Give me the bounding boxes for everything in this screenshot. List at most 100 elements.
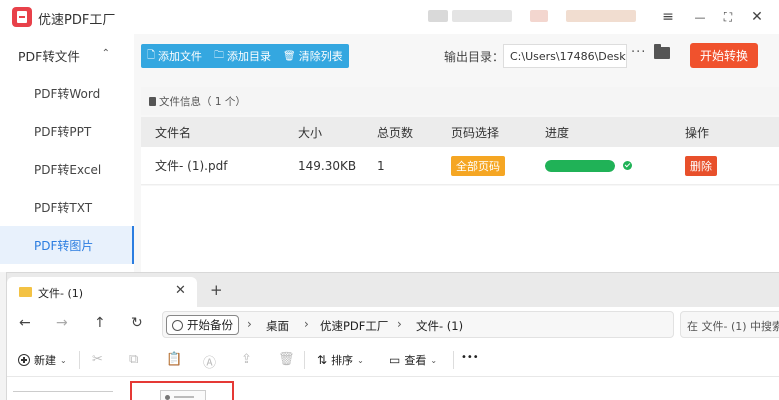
output-dir-label: 输出目录： <box>444 50 505 64</box>
search-input[interactable]: 在 文件- (1) 中搜索 <box>680 311 779 338</box>
sidebar-item-pdf-to-word[interactable]: PDF转Word <box>0 74 134 112</box>
new-button[interactable]: 新建 ⌄ <box>18 352 67 368</box>
folder-icon <box>19 287 32 297</box>
command-bar: 新建 ⌄ ✂ ⧉ 📋 Ⓐ ⇪ 🗑 ⇅ 排序 ⌄ ▭ 查看 ⌄ ••• <box>7 343 779 377</box>
breadcrumb-app-folder[interactable]: 优速PDF工厂 <box>320 318 388 334</box>
chevron-down-icon: ⌄ <box>430 355 438 365</box>
back-arrow-icon[interactable]: ← <box>19 315 31 331</box>
paste-icon[interactable]: 📋 <box>166 352 182 367</box>
navigation-pane-divider <box>13 391 113 392</box>
breadcrumb-current-folder[interactable]: 文件- (1) <box>416 318 463 334</box>
main-panel: 🗋 添加文件 🗀 添加目录 🗑 清除列表 输出目录： C:\Users\1748… <box>141 34 779 272</box>
progress-bar <box>545 159 615 172</box>
header-progress: 进度 <box>545 125 570 140</box>
document-icon <box>149 96 156 106</box>
file-explorer-window: 文件- (1) ✕ + ← → ↑ ↻ 开始备份 › 桌面 › 优速PDF工厂 … <box>6 272 779 400</box>
empty-list-area <box>141 186 779 272</box>
header-page-select: 页码选择 <box>451 125 500 140</box>
sidebar-item-label: PDF转TXT <box>34 200 93 215</box>
sidebar-item-pdf-to-excel[interactable]: PDF转Excel <box>0 150 134 188</box>
file-icon: 🗋 <box>147 49 156 61</box>
forward-arrow-icon[interactable]: → <box>56 315 68 331</box>
title-bar: 优速PDF工厂 ≡ — ⛶ ✕ <box>0 0 779 34</box>
header-filename: 文件名 <box>155 125 192 140</box>
start-backup-button[interactable]: 开始备份 <box>166 315 239 335</box>
sidebar-item-pdf-to-image[interactable]: PDF转图片 <box>0 226 134 264</box>
more-options-button[interactable]: ••• <box>461 352 479 363</box>
divider <box>79 351 80 369</box>
sort-button[interactable]: ⇅ 排序 ⌄ <box>317 352 364 368</box>
cell-filename: 文件- (1).pdf <box>155 159 228 173</box>
refresh-icon[interactable]: ↻ <box>131 315 143 331</box>
breadcrumb-separator: › <box>304 317 309 331</box>
more-options-button[interactable]: ··· <box>631 45 646 60</box>
sidebar-item-label: PDF转Excel <box>34 162 102 177</box>
start-convert-button[interactable]: 开始转换 <box>690 43 758 68</box>
address-bar[interactable]: 开始备份 › 桌面 › 优速PDF工厂 › 文件- (1) <box>162 311 674 338</box>
sidebar-item-label: PDF转图片 <box>34 238 94 253</box>
divider <box>453 351 454 369</box>
backup-icon <box>172 319 183 331</box>
explorer-tab[interactable]: 文件- (1) ✕ <box>7 277 197 307</box>
delete-button[interactable]: 删除 <box>685 155 717 176</box>
header-pages: 总页数 <box>377 125 414 140</box>
app-title: 优速PDF工厂 <box>38 13 116 28</box>
file-info-bar: 文件信息（ 1 个） <box>141 87 779 115</box>
add-file-button[interactable]: 🗋 添加文件 <box>141 44 208 68</box>
blurred-region <box>452 10 512 22</box>
file-table: 文件名 大小 总页数 页码选择 进度 操作 文件- (1).pdf 149.30… <box>141 117 779 185</box>
tab-label: 文件- (1) <box>38 287 84 300</box>
menu-icon[interactable]: ≡ <box>658 7 678 27</box>
clear-list-label: 清除列表 <box>298 50 343 63</box>
breadcrumb-desktop[interactable]: 桌面 <box>266 318 289 334</box>
sidebar-item-pdf-to-ppt[interactable]: PDF转PPT <box>0 112 134 150</box>
new-tab-button[interactable]: + <box>210 281 223 299</box>
sidebar-item-pdf-to-txt[interactable]: PDF转TXT <box>0 188 134 226</box>
sidebar-group-pdf-to-file[interactable]: PDF转文件 ⌃ <box>0 38 134 72</box>
page-select-tag[interactable]: 全部页码 <box>451 155 505 176</box>
view-button[interactable]: ▭ 查看 ⌄ <box>389 352 437 368</box>
pdf-app-window: 优速PDF工厂 ≡ — ⛶ ✕ PDF转文件 ⌃ PDF转Word PDF转PP… <box>0 0 779 272</box>
header-action: 操作 <box>685 125 710 140</box>
selected-file-highlight[interactable] <box>130 381 234 400</box>
view-icon: ▭ <box>389 353 401 367</box>
chevron-down-icon: ⌄ <box>60 355 67 365</box>
header-size: 大小 <box>298 125 323 140</box>
sidebar-group-label: PDF转文件 <box>18 48 80 64</box>
page-select-cell: 全部页码 <box>451 147 505 184</box>
delete-icon[interactable]: 🗑 <box>278 352 295 367</box>
clear-list-button[interactable]: 🗑 清除列表 <box>277 44 349 68</box>
close-icon[interactable]: ✕ <box>747 7 767 27</box>
up-arrow-icon[interactable]: ↑ <box>94 315 106 331</box>
view-label: 查看 <box>404 354 427 367</box>
sort-label: 排序 <box>331 354 354 367</box>
maximize-icon[interactable]: ⛶ <box>718 7 738 27</box>
file-toolbar: 🗋 添加文件 🗀 添加目录 🗑 清除列表 <box>141 44 349 68</box>
close-icon[interactable]: ✕ <box>175 283 186 298</box>
sort-icon: ⇅ <box>317 353 328 367</box>
file-thumbnail[interactable] <box>160 390 206 400</box>
blurred-region <box>530 10 548 22</box>
app-logo-icon <box>12 7 32 27</box>
sidebar-item-label: PDF转PPT <box>34 124 92 139</box>
cell-size: 149.30KB <box>298 158 357 173</box>
cell-pages: 1 <box>377 158 385 173</box>
minimize-icon[interactable]: — <box>690 7 710 27</box>
explorer-content <box>7 378 779 400</box>
thumbnail-mark <box>174 396 194 398</box>
share-icon[interactable]: ⇪ <box>241 352 252 367</box>
breadcrumb-separator: › <box>397 317 402 331</box>
open-folder-icon[interactable] <box>654 44 670 59</box>
rename-icon[interactable]: Ⓐ <box>203 352 216 371</box>
backup-label: 开始备份 <box>187 318 233 332</box>
add-file-label: 添加文件 <box>158 50 203 63</box>
cut-icon[interactable]: ✂ <box>92 352 103 367</box>
blurred-region <box>428 10 448 22</box>
trash-icon: 🗑 <box>283 50 296 62</box>
add-folder-button[interactable]: 🗀 添加目录 <box>208 44 277 68</box>
copy-icon[interactable]: ⧉ <box>129 352 138 367</box>
output-path-field[interactable]: C:\Users\17486\Deskto <box>503 44 627 68</box>
chevron-down-icon: ⌄ <box>357 355 364 365</box>
blurred-region <box>566 10 636 22</box>
progress-bar-fill <box>545 159 615 172</box>
